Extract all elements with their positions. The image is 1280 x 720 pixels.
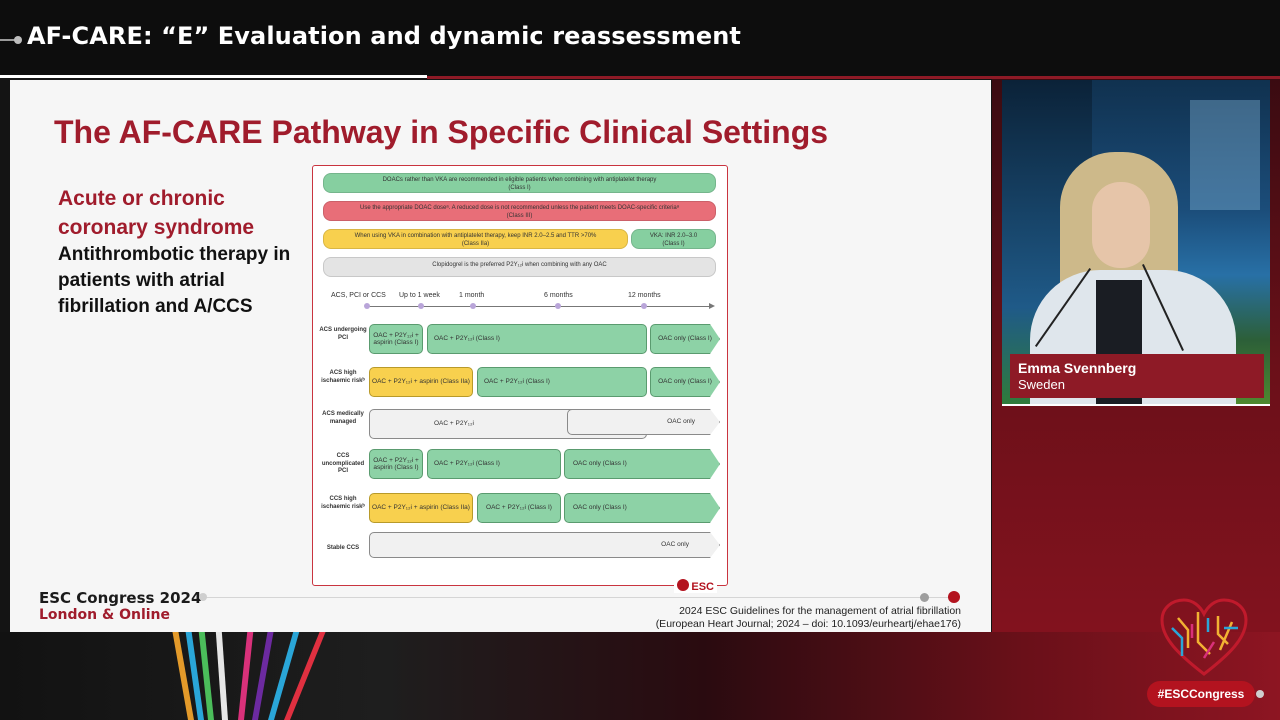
rule-dot-icon bbox=[920, 593, 929, 602]
recommendation-vka-combo: When using VKA in combination with antip… bbox=[323, 229, 628, 249]
congress-name: ESC Congress 2024 bbox=[39, 589, 202, 607]
hashtag-dot-icon bbox=[1256, 690, 1264, 698]
therapy-bar: OAC + P2Y₁₂i + aspirin (Class IIa) bbox=[369, 493, 473, 523]
heart-icon bbox=[677, 579, 690, 591]
row-label: CCS uncomplicated PCI bbox=[321, 453, 365, 474]
recommendation-text: When using VKA in combination with antip… bbox=[354, 233, 597, 239]
background-decoration bbox=[0, 632, 1280, 720]
header-progress-bar bbox=[0, 75, 427, 78]
video-frame-rule bbox=[1002, 404, 1270, 406]
therapy-bar: OAC + P2Y₁₂i (Class I) bbox=[477, 367, 647, 397]
recommendation-class: (Class III) bbox=[506, 213, 533, 219]
row-label: Stable CCS bbox=[326, 545, 360, 551]
timeline-label: 12 months bbox=[628, 292, 661, 299]
therapy-bar: OAC + P2Y₁₂i + aspirin (Class IIa) bbox=[369, 367, 473, 397]
recommendation-class: (Class I) bbox=[662, 241, 685, 247]
slide-footer-rule bbox=[203, 597, 955, 598]
therapy-bar-arrow: OAC only (Class I) bbox=[564, 493, 720, 523]
congress-location: London & Online bbox=[39, 607, 170, 623]
hashtag-badge: #ESCCongress bbox=[1147, 681, 1255, 707]
row-label: ACS undergoing PCI bbox=[319, 327, 367, 341]
timeline-dot bbox=[555, 303, 561, 309]
therapy-bar-arrow: OAC only bbox=[369, 532, 720, 558]
recommendation-dose: Use the appropriate DOAC doseᵃ. A reduce… bbox=[323, 201, 716, 221]
therapy-bar: OAC + P2Y₁₂i (Class I) bbox=[427, 324, 647, 354]
esc-logo: ESC bbox=[674, 579, 717, 593]
presentation-slide: The AF-CARE Pathway in Specific Clinical… bbox=[10, 80, 991, 632]
rule-dot-icon bbox=[199, 593, 207, 601]
stripe bbox=[252, 632, 274, 720]
therapy-bar-arrow: OAC only bbox=[567, 409, 720, 435]
recommendation-text: VKA: INR 2.0–3.0 bbox=[649, 233, 698, 239]
timeline-label: ACS, PCI or CCS bbox=[331, 292, 386, 299]
rule-dot-icon bbox=[948, 591, 960, 603]
esc-heart-logo-icon bbox=[1160, 598, 1248, 676]
therapy-bar: OAC + P2Y₁₂i + aspirin (Class I) bbox=[369, 324, 423, 354]
header-bullet-icon bbox=[14, 36, 22, 44]
recommendation-class: (Class I) bbox=[508, 185, 531, 191]
timeline-dot bbox=[470, 303, 476, 309]
therapy-bar: OAC + P2Y₁₂i (Class I) bbox=[477, 493, 561, 523]
timeline-dot bbox=[641, 303, 647, 309]
speaker-lower-third: Emma Svennberg Sweden bbox=[1010, 354, 1264, 398]
timeline-axis bbox=[365, 306, 711, 307]
recommendation-class: (Class IIa) bbox=[461, 241, 490, 247]
row-label: CCS high ischaemic riskᵇ bbox=[321, 496, 365, 510]
stage-screen bbox=[1190, 100, 1260, 210]
timeline-label: 1 month bbox=[459, 292, 485, 299]
timeline-label: 6 months bbox=[544, 292, 573, 299]
therapy-bar-arrow: OAC only (Class I) bbox=[650, 324, 720, 354]
timeline-arrow-icon bbox=[709, 303, 715, 309]
timeline-dot bbox=[364, 303, 370, 309]
esc-logo-text: ESC bbox=[691, 581, 714, 593]
header-bar: AF-CARE: “E” Evaluation and dynamic reas… bbox=[0, 0, 1280, 79]
speaker-country: Sweden bbox=[1018, 377, 1065, 392]
timeline-dot bbox=[418, 303, 424, 309]
recommendation-doac: DOACs rather than VKA are recommended in… bbox=[323, 173, 716, 193]
therapy-bar: OAC + P2Y₁₂i (Class I) bbox=[427, 449, 561, 479]
recommendation-text: DOACs rather than VKA are recommended in… bbox=[382, 177, 657, 183]
citation-line: 2024 ESC Guidelines for the management o… bbox=[679, 605, 961, 617]
row-label: ACS high ischaemic riskᵇ bbox=[321, 370, 365, 384]
therapy-bar: OAC + P2Y₁₂i + aspirin (Class I) bbox=[369, 449, 423, 479]
recommendation-text: Use the appropriate DOAC doseᵃ. A reduce… bbox=[360, 205, 679, 211]
row-label: ACS medically managed bbox=[322, 411, 364, 425]
recommendation-clopidogrel: Clopidogrel is the preferred P2Y₁₂i when… bbox=[323, 257, 716, 277]
pathway-figure: DOACs rather than VKA are recommended in… bbox=[312, 165, 728, 593]
stripe bbox=[238, 632, 254, 720]
side-heading: Acute or chronic coronary syndrome bbox=[58, 187, 255, 239]
speaker-name: Emma Svennberg bbox=[1018, 360, 1137, 376]
therapy-bar-arrow: OAC only (Class I) bbox=[650, 367, 720, 397]
citation: 2024 ESC Guidelines for the management o… bbox=[656, 605, 961, 631]
slide-title: The AF-CARE Pathway in Specific Clinical… bbox=[54, 114, 829, 150]
timeline-label: Up to 1 week bbox=[399, 292, 440, 299]
therapy-bar-arrow: OAC only (Class I) bbox=[564, 449, 720, 479]
stripe bbox=[215, 632, 228, 720]
citation-line: (European Heart Journal; 2024 – doi: 10.… bbox=[655, 618, 961, 630]
session-title: AF-CARE: “E” Evaluation and dynamic reas… bbox=[27, 22, 741, 50]
recommendation-vka-inr: VKA: INR 2.0–3.0 (Class I) bbox=[631, 229, 716, 249]
speaker-face bbox=[1092, 182, 1150, 268]
side-subheading: Antithrombotic therapy in patients with … bbox=[58, 244, 291, 317]
